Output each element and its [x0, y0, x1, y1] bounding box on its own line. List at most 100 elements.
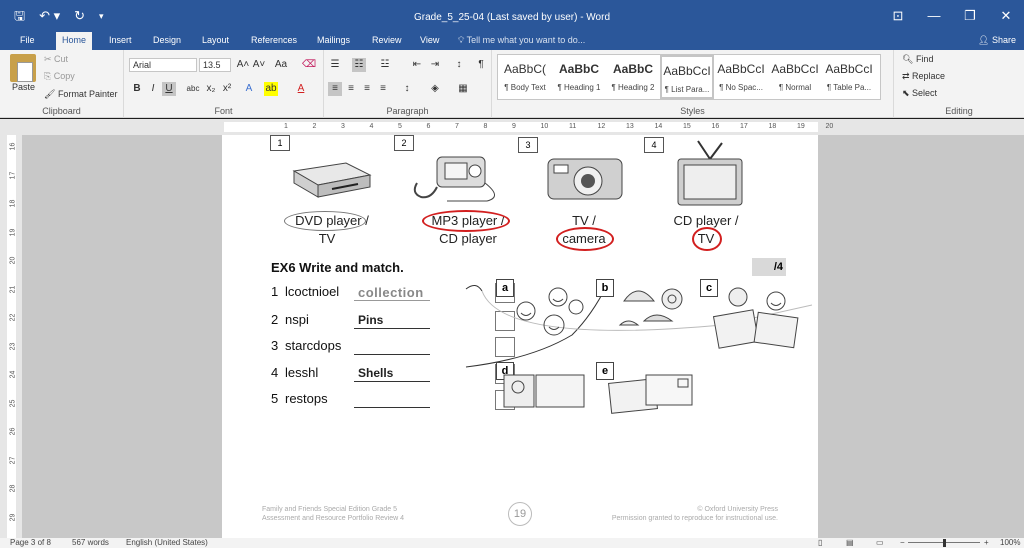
word-window: 🖫 ↶ ▾ ↻ ▾ Grade_5_25-04 (Last saved by u…: [0, 0, 1024, 548]
align-left-icon[interactable]: ≡: [328, 82, 342, 96]
superscript-icon[interactable]: x²: [220, 82, 234, 96]
style-table-paragraph[interactable]: AaBbCcI ¶ Table Pa...: [822, 55, 876, 99]
answer-text[interactable]: collection: [358, 285, 424, 300]
line-spacing-icon[interactable]: ↕: [400, 82, 414, 96]
zoom-in-icon[interactable]: +: [984, 538, 989, 548]
italic-icon[interactable]: I: [146, 82, 160, 96]
tab-layout[interactable]: Layout: [196, 32, 235, 50]
zoom-level[interactable]: 100%: [1000, 538, 1020, 548]
sort-icon[interactable]: ↕: [452, 58, 466, 72]
item-number: 2: [394, 135, 414, 151]
share-label: Share: [991, 35, 1016, 45]
format-painter-button[interactable]: 🖌︎ Format Painter: [44, 89, 117, 100]
answer-text[interactable]: Pins: [358, 313, 383, 327]
document-page[interactable]: 1 2 3 4 DVD player / TV MP3 player / CD …: [222, 135, 818, 538]
clipboard-group: Paste ✂ Cut ⎘ Copy 🖌︎ Format Painter Cli…: [0, 50, 124, 118]
style-normal[interactable]: AaBbCcI ¶ Normal: [768, 55, 822, 99]
font-name-select[interactable]: Arial: [129, 58, 197, 72]
cut-button[interactable]: ✂ Cut: [44, 54, 68, 65]
font-color-icon[interactable]: A: [294, 82, 308, 96]
word-count[interactable]: 567 words: [72, 538, 109, 548]
copy-button[interactable]: ⎘ Copy: [44, 71, 75, 82]
multilevel-list-icon[interactable]: ☳: [378, 58, 392, 72]
ruler-tick-label: 23: [9, 342, 17, 350]
select-button[interactable]: ⬉ Select: [902, 88, 937, 99]
answer-text[interactable]: Shells: [358, 366, 393, 380]
highlight-icon[interactable]: ab: [264, 82, 278, 96]
page-count[interactable]: Page 3 of 8: [10, 538, 51, 548]
ruler-tick-label: 18: [768, 123, 777, 130]
horizontal-ruler[interactable]: 1 2 3 4 5 6 7 8 9 10 11 12 13 14 15 16 17 18 19 20: [0, 119, 1024, 135]
decrease-indent-icon[interactable]: ⇤: [410, 58, 424, 72]
ruler-tick-label: 22: [9, 313, 17, 322]
tell-me-box[interactable]: 💡︎ Tell me what you want to do...: [458, 32, 585, 48]
paste-button[interactable]: Paste: [12, 82, 35, 92]
underline-icon[interactable]: U: [162, 82, 176, 96]
justify-icon[interactable]: ≡: [376, 82, 390, 96]
align-right-icon[interactable]: ≡: [360, 82, 374, 96]
answer-circle: [692, 227, 722, 251]
page-footer-right: © Oxford University Press Permission gra…: [612, 505, 778, 523]
document-canvas[interactable]: 1 2 3 4 DVD player / TV MP3 player / CD …: [22, 135, 1024, 538]
zoom-slider-thumb[interactable]: [943, 539, 946, 547]
find-button[interactable]: 🔍︎ Find: [902, 54, 933, 65]
ruler-tick-label: 2: [312, 123, 317, 130]
numbering-icon[interactable]: ☷: [352, 58, 366, 72]
mp3-player-image: [413, 156, 495, 202]
style-heading-1[interactable]: AaBbC ¶ Heading 1: [552, 55, 606, 99]
footer-line: Family and Friends Special Edition Grade…: [262, 506, 398, 513]
ruler-tick-label: 19: [9, 228, 17, 236]
web-layout-icon[interactable]: ▭: [876, 538, 884, 548]
subscript-icon[interactable]: x₂: [204, 82, 218, 96]
answer-line: [354, 381, 430, 382]
tab-insert[interactable]: Insert: [103, 32, 138, 50]
vertical-ruler[interactable]: 16 17 18 19 20 21 22 23 24 25 26 27 28 29: [0, 135, 22, 538]
tab-design[interactable]: Design: [147, 32, 187, 50]
tab-file[interactable]: File: [14, 32, 41, 50]
bullets-icon[interactable]: ☰: [328, 58, 342, 72]
style-body-text[interactable]: AaBbC(¶ Body Text: [498, 55, 552, 99]
clear-formatting-icon[interactable]: ⌫: [302, 58, 316, 72]
shading-icon[interactable]: ◈: [428, 82, 442, 96]
style-list-paragraph[interactable]: AaBbCcI ¶ List Para...: [660, 55, 714, 99]
bold-icon[interactable]: B: [130, 82, 144, 96]
style-heading-2[interactable]: AaBbC ¶ Heading 2: [606, 55, 660, 99]
tab-home[interactable]: Home: [56, 32, 93, 50]
align-center-icon[interactable]: ≡: [344, 82, 358, 96]
ruler-track: [7, 135, 16, 538]
tab-mailings[interactable]: Mailings: [311, 32, 356, 50]
show-formatting-icon[interactable]: ¶: [474, 58, 488, 72]
shrink-font-icon[interactable]: A˅: [252, 58, 266, 72]
strikethrough-icon[interactable]: abc: [186, 82, 200, 96]
document-title: Grade_5_25-04 (Last saved by user) - Wor…: [413, 12, 611, 23]
tab-view[interactable]: View: [414, 32, 445, 50]
exercise-title: EX6 Write and match.: [271, 260, 404, 275]
minimize-icon[interactable]: —: [916, 4, 952, 28]
replace-button[interactable]: ⇄ Replace: [902, 71, 945, 82]
magnifier-icon: 🔍︎: [902, 54, 916, 64]
grow-font-icon[interactable]: A˄: [236, 58, 250, 72]
font-size-select[interactable]: 13.5: [199, 58, 231, 72]
increase-indent-icon[interactable]: ⇥: [428, 58, 442, 72]
row-number: 5: [271, 391, 279, 406]
share-button[interactable]: 👤︎ Share: [978, 32, 1016, 48]
text-effects-icon[interactable]: A: [242, 82, 256, 96]
close-icon[interactable]: ✕: [988, 4, 1024, 28]
paste-icon[interactable]: [10, 54, 36, 82]
ribbon-display-icon[interactable]: ⊡: [880, 4, 916, 28]
style-name: ¶ Normal: [778, 83, 812, 92]
borders-icon[interactable]: ▦: [456, 82, 470, 96]
tab-references[interactable]: References: [245, 32, 303, 50]
tab-review[interactable]: Review: [366, 32, 408, 50]
read-mode-icon[interactable]: ▯: [818, 538, 822, 548]
zoom-out-icon[interactable]: −: [900, 538, 905, 548]
style-no-spacing[interactable]: AaBbCcI ¶ No Spac...: [714, 55, 768, 99]
ruler-tick-label: 20: [825, 123, 834, 130]
restore-icon[interactable]: ❐: [952, 4, 988, 28]
language-status[interactable]: English (United States): [126, 538, 208, 548]
print-layout-icon[interactable]: ▤: [846, 538, 854, 548]
style-name: ¶ List Para...: [664, 85, 710, 94]
change-case-icon[interactable]: Aa: [274, 58, 288, 72]
title-bar: 🖫 ↶ ▾ ↻ ▾ Grade_5_25-04 (Last saved by u…: [0, 0, 1024, 32]
ruler-tick-label: 15: [683, 123, 691, 130]
